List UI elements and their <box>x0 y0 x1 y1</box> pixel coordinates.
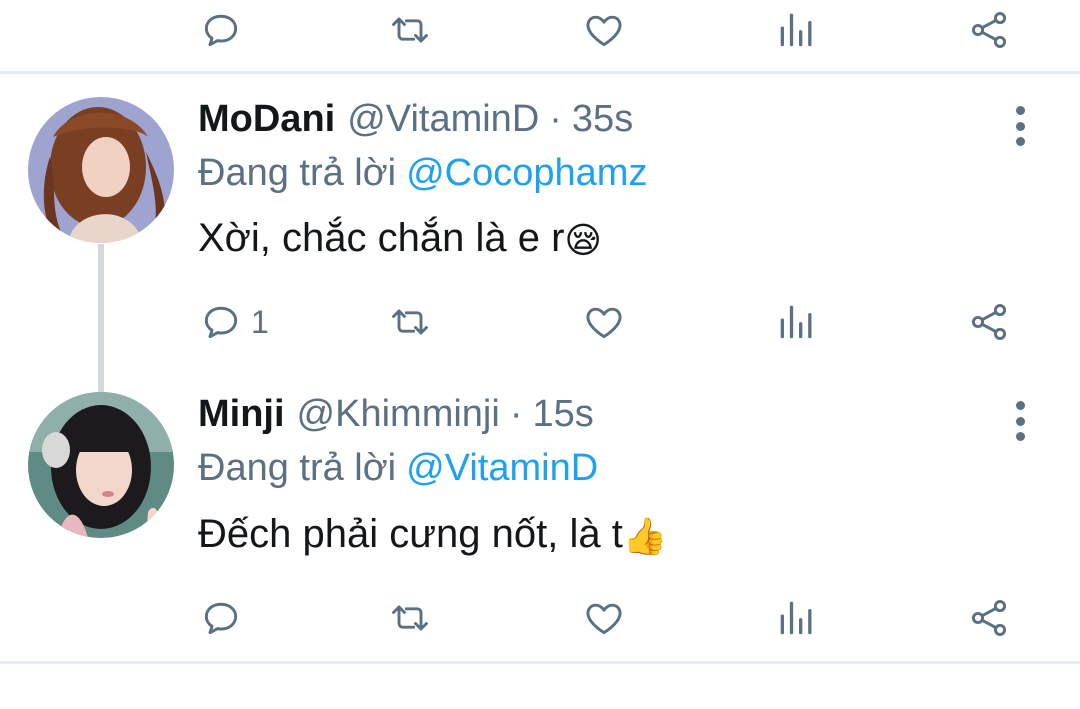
analytics-button[interactable] <box>775 588 819 648</box>
analytics-button[interactable] <box>775 0 819 60</box>
replying-to-label: Đang trả lời <box>198 447 397 489</box>
tweet-header: MoDani @VitaminD · 35s <box>198 98 633 148</box>
reply-icon <box>204 306 238 339</box>
like-button[interactable] <box>582 292 626 352</box>
share-icon <box>971 304 1007 340</box>
replying-to: Đang trả lời @Cocophamz <box>198 152 647 195</box>
reply-button[interactable] <box>199 588 243 648</box>
tweet-body: Xời, chắc chắn là e r <box>198 216 565 260</box>
reply-icon <box>204 14 238 47</box>
reply-count: 1 <box>251 303 269 340</box>
retweet-icon <box>392 17 428 43</box>
share-icon <box>971 600 1007 636</box>
reply-icon <box>204 602 238 635</box>
retweet-button[interactable] <box>388 588 432 648</box>
analytics-button[interactable] <box>775 292 819 352</box>
share-button[interactable] <box>967 588 1011 648</box>
like-icon <box>586 15 622 47</box>
avatar-minji[interactable] <box>28 392 174 538</box>
author-handle[interactable]: @VitaminD <box>347 98 539 141</box>
avatar-modani[interactable] <box>28 97 174 243</box>
more-options-button[interactable] <box>1000 397 1040 445</box>
analytics-icon <box>780 601 812 635</box>
tweet-text: Đếch phải cưng nốt, là t👍 <box>198 512 668 557</box>
tweet-action-bar: 1 <box>0 292 1080 352</box>
like-button[interactable] <box>582 0 626 60</box>
retweet-icon <box>392 309 428 335</box>
separator-dot: · <box>509 393 523 435</box>
like-icon <box>586 307 622 339</box>
divider-top <box>0 71 1080 74</box>
timestamp[interactable]: 35s <box>572 98 633 141</box>
timestamp[interactable]: 15s <box>532 393 593 436</box>
share-icon <box>971 12 1007 48</box>
previous-tweet-action-bar <box>0 0 1080 60</box>
tweet-text: Xời, chắc chắn là e r😪 <box>198 216 602 261</box>
reply-mention-link[interactable]: @VitaminD <box>406 447 598 489</box>
reply-mention-link[interactable]: @Cocophamz <box>406 152 647 194</box>
like-button[interactable] <box>582 588 626 648</box>
retweet-icon <box>392 605 428 631</box>
retweet-button[interactable] <box>388 0 432 60</box>
like-icon <box>586 603 622 635</box>
replying-to: Đang trả lời @VitaminD <box>198 447 598 490</box>
share-button[interactable] <box>967 0 1011 60</box>
divider-bottom <box>0 661 1080 664</box>
tweet-action-bar <box>0 588 1080 648</box>
tweet-header: Minji @Khimminji · 15s <box>198 393 594 443</box>
share-button[interactable] <box>967 292 1011 352</box>
reply-button[interactable] <box>199 0 243 60</box>
more-icon <box>1015 106 1025 115</box>
retweet-button[interactable] <box>388 292 432 352</box>
more-icon <box>1015 401 1025 410</box>
author-handle[interactable]: @Khimminji <box>297 393 500 436</box>
thumbs-up-emoji: 👍 <box>622 515 668 557</box>
more-options-button[interactable] <box>1000 102 1040 150</box>
separator-dot: · <box>549 98 562 140</box>
replying-to-label: Đang trả lời <box>198 152 397 194</box>
analytics-icon <box>780 13 812 47</box>
analytics-icon <box>780 305 812 339</box>
sleepy-face-emoji: 😪 <box>564 219 602 261</box>
reply-button[interactable]: 1 <box>199 292 269 352</box>
tweet-body: Đếch phải cưng nốt, là t <box>198 512 623 556</box>
author-name[interactable]: MoDani <box>198 98 335 141</box>
author-name[interactable]: Minji <box>198 393 285 436</box>
